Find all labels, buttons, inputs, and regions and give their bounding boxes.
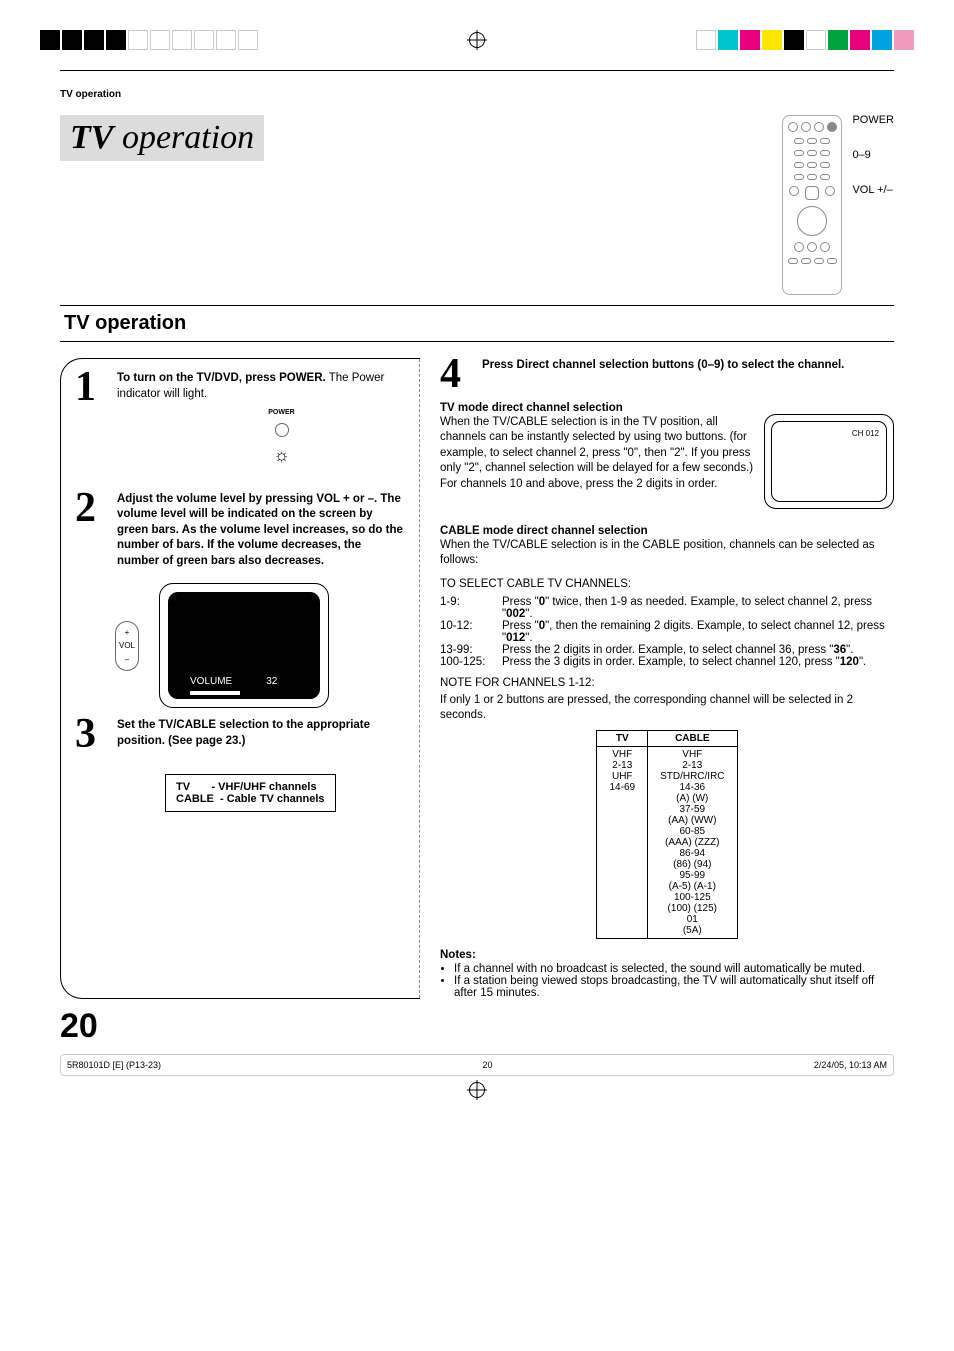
- volume-illustration: + VOL – VOLUME 32: [115, 583, 406, 708]
- remote-label-volume: VOL +/–: [852, 185, 894, 196]
- remote-label-digits: 0–9: [852, 150, 894, 161]
- list-value: Press "0" twice, then 1-9 as needed. Exa…: [502, 596, 894, 620]
- step-1-bold: To turn on the TV/DVD, press POWER.: [117, 372, 326, 384]
- th-cable: CABLE: [648, 730, 737, 746]
- note-channels-heading: NOTE FOR CHANNELS 1-12:: [440, 676, 894, 692]
- td-tv: VHF2-13UHF14-69: [597, 746, 648, 938]
- remote-illustration: POWER 0–9 VOL +/–: [782, 115, 894, 295]
- list-key: 13-99:: [440, 644, 502, 656]
- step-number-4: 4: [440, 358, 474, 392]
- note-channels-para: If only 1 or 2 buttons are pressed, the …: [440, 693, 894, 724]
- left-steps-panel: 1 To turn on the TV/DVD, press POWER. Th…: [60, 358, 420, 999]
- list-value: Press the 3 digits in order. Example, to…: [502, 656, 866, 668]
- step-number-2: 2: [75, 492, 109, 570]
- list-item: 13-99:Press the 2 digits in order. Examp…: [440, 644, 894, 656]
- page-top-rule: [60, 70, 894, 71]
- footer-left: 5R80101D [E] (P13-23): [67, 1060, 161, 1070]
- power-led-label: POWER: [268, 408, 294, 417]
- list-key: 10-12:: [440, 620, 502, 644]
- tv-screen-vol: VOLUME 32: [159, 583, 329, 708]
- td-cable: VHF2-13STD/HRC/IRC14-36(A) (W)37-59(AA) …: [648, 746, 737, 938]
- info-row-cable: CABLE - Cable TV channels: [176, 793, 325, 805]
- tv-cable-table: TV CABLE VHF2-13UHF14-69 VHF2-13STD/HRC/…: [596, 730, 737, 939]
- channel-select-list: 1-9:Press "0" twice, then 1-9 as needed.…: [440, 596, 894, 668]
- remote-body: [782, 115, 842, 295]
- footer-mid: 20: [482, 1060, 492, 1070]
- tv-cable-info-box: TV - VHF/UHF channels CABLE - Cable TV c…: [165, 774, 336, 812]
- cablemode-para: When the TV/CABLE selection is in the CA…: [440, 538, 894, 569]
- volume-bar-icon: [190, 691, 240, 695]
- registration-mark-icon: [469, 32, 485, 48]
- tv-screen-channel: CH 012: [764, 414, 894, 509]
- list-value: Press the 2 digits in order. Example, to…: [502, 644, 853, 656]
- footer-bar: 5R80101D [E] (P13-23) 20 2/24/05, 10:13 …: [60, 1054, 894, 1076]
- step-3-body: Set the TV/CABLE selection to the approp…: [117, 718, 406, 752]
- list-item: 100-125:Press the 3 digits in order. Exa…: [440, 656, 894, 668]
- footer-right: 2/24/05, 10:13 AM: [814, 1060, 887, 1070]
- title-rest: operation: [113, 119, 254, 156]
- info-row-tv: TV - VHF/UHF channels: [176, 781, 325, 793]
- page-title-plate: TV operation: [60, 115, 264, 161]
- step-number-1: 1: [75, 371, 109, 478]
- vol-rocker-label: VOL: [119, 641, 135, 650]
- registration-mark-bottom-icon: [469, 1082, 485, 1098]
- right-column: 4 Press Direct channel selection buttons…: [440, 358, 894, 999]
- step-1-body: To turn on the TV/DVD, press POWER. The …: [117, 371, 406, 478]
- color-bar-left: [40, 30, 258, 50]
- select-heading: TO SELECT CABLE TV CHANNELS:: [440, 577, 894, 593]
- step-2-body: Adjust the volume level by pressing VOL …: [117, 492, 406, 570]
- remote-callouts: POWER 0–9 VOL +/–: [852, 115, 894, 220]
- color-bar-right: [696, 30, 914, 50]
- list-key: 100-125:: [440, 656, 502, 668]
- osd-volume-value: 32: [266, 676, 277, 687]
- step-number-3: 3: [75, 718, 109, 752]
- cablemode-heading: CABLE mode direct channel selection: [440, 525, 894, 537]
- note-item-1: If a channel with no broadcast is select…: [454, 963, 894, 975]
- tvmode-heading: TV mode direct channel selection: [440, 402, 894, 414]
- step-4-bold: Press Direct channel selection buttons (…: [482, 359, 844, 371]
- print-color-bars: [0, 30, 954, 50]
- osd-volume-label: VOLUME: [190, 676, 232, 687]
- list-key: 1-9:: [440, 596, 502, 620]
- vol-rocker-icon: + VOL –: [115, 621, 139, 671]
- running-head: TV operation: [60, 89, 894, 100]
- step-3-bold: Set the TV/CABLE selection to the approp…: [117, 719, 370, 747]
- remote-label-power: POWER: [852, 115, 894, 126]
- notes-block: Notes: If a channel with no broadcast is…: [440, 949, 894, 999]
- page-number: 20: [60, 1007, 894, 1046]
- step-2-bold: Adjust the volume level by pressing VOL …: [117, 493, 403, 567]
- power-led-illustration: POWER ☼: [157, 408, 406, 468]
- section-heading: TV operation: [60, 305, 894, 342]
- list-item: 1-9:Press "0" twice, then 1-9 as needed.…: [440, 596, 894, 620]
- title-prefix: TV: [70, 119, 113, 156]
- notes-heading: Notes:: [440, 949, 476, 961]
- list-item: 10-12:Press "0", then the remaining 2 di…: [440, 620, 894, 644]
- shine-icon: ☼: [273, 443, 290, 467]
- th-tv: TV: [597, 730, 648, 746]
- led-icon: [275, 423, 289, 437]
- list-value: Press "0", then the remaining 2 digits. …: [502, 620, 894, 644]
- note-item-2: If a station being viewed stops broadcas…: [454, 975, 894, 999]
- osd-channel: CH 012: [852, 429, 879, 438]
